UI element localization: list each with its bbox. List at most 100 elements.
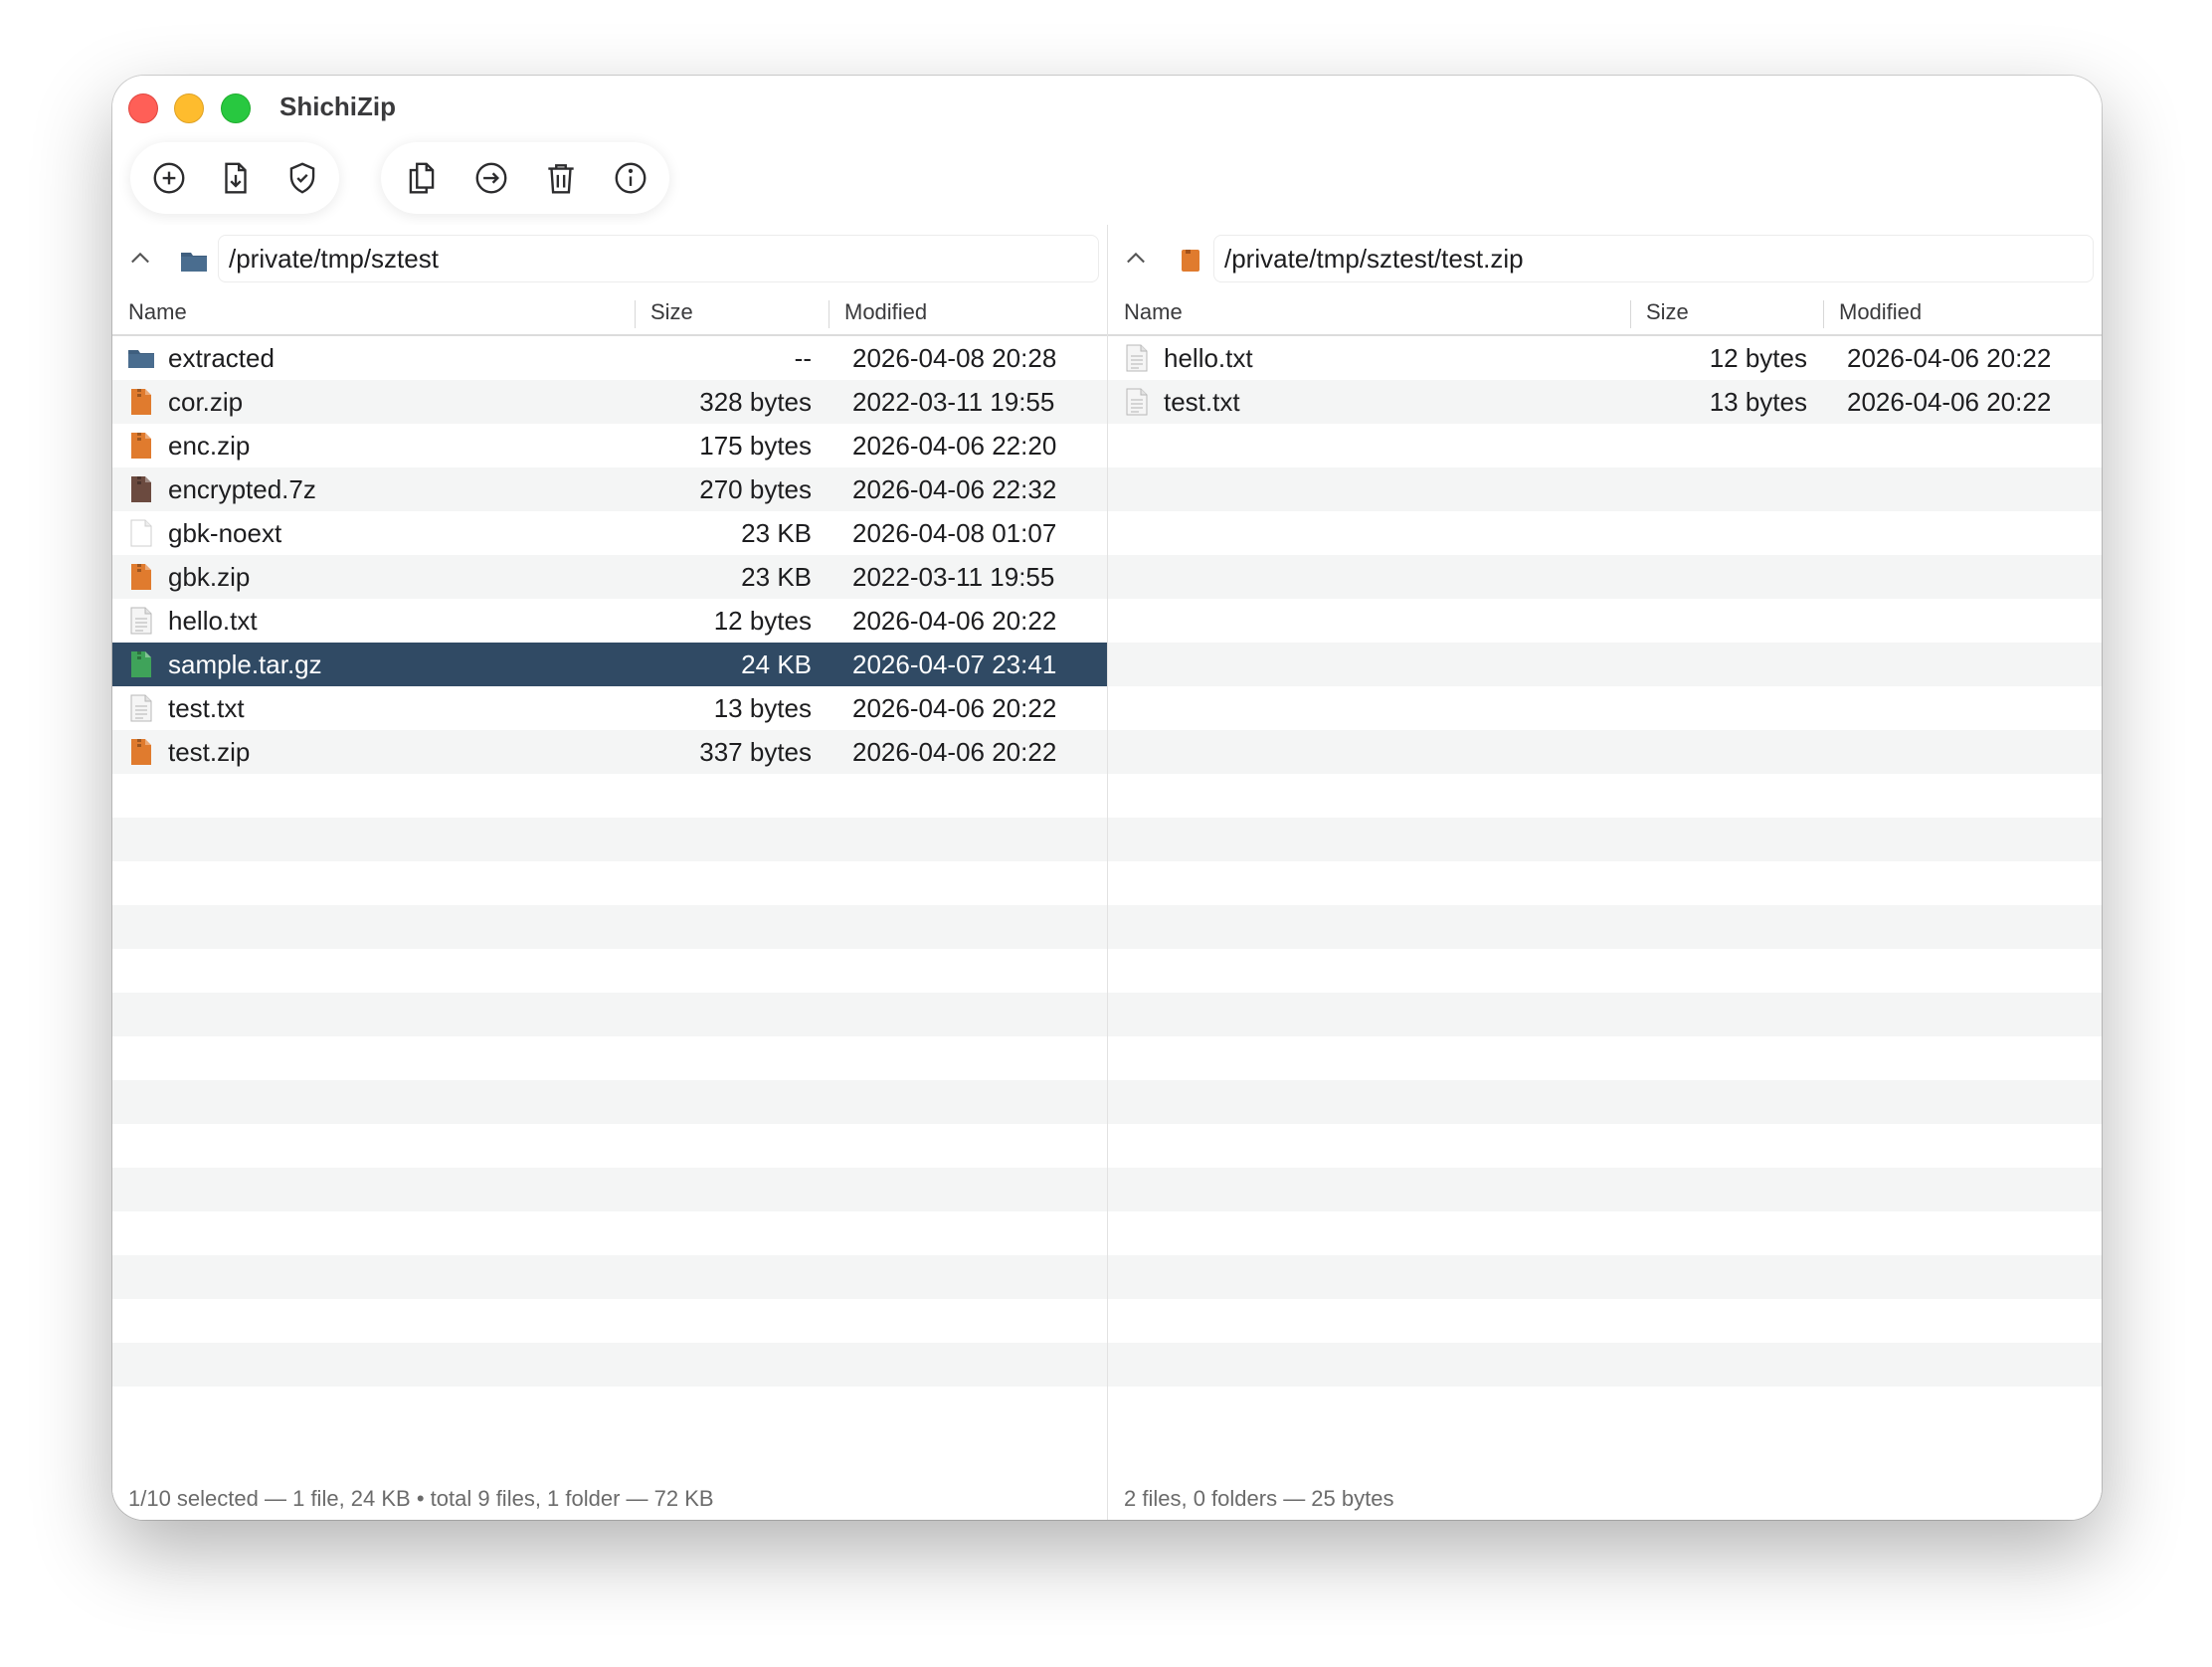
file-size: 13 bytes <box>713 693 812 723</box>
chevron-up-icon[interactable] <box>126 245 154 273</box>
file-row[interactable]: gbk-noext 23 KB 2026-04-08 01:07 <box>112 511 1107 555</box>
info-button[interactable] <box>600 147 661 209</box>
file-name: hello.txt <box>1164 343 1253 373</box>
column-name[interactable]: Name <box>112 292 635 334</box>
zip-archive-icon <box>1182 250 1199 272</box>
chevron-up-icon[interactable] <box>1122 245 1150 273</box>
copy-button[interactable] <box>391 147 453 209</box>
file-modified: 2026-04-06 20:22 <box>852 737 1057 767</box>
zoom-window-button[interactable] <box>221 93 251 123</box>
file-row[interactable]: sample.tar.gz 24 KB 2026-04-07 23:41 <box>112 643 1107 686</box>
app-window: ShichiZip /private/tmp/sztest Name Size … <box>112 76 2102 1520</box>
text-file-icon <box>128 607 154 635</box>
file-modified: 2026-04-06 20:22 <box>852 693 1057 723</box>
file-modified: 2026-04-06 20:22 <box>1847 387 2052 417</box>
empty-row <box>1108 1036 2102 1080</box>
file-modified: 2026-04-06 22:20 <box>852 431 1057 461</box>
file-modified: 2026-04-08 01:07 <box>852 518 1057 548</box>
empty-row <box>1108 1255 2102 1299</box>
text-file-icon <box>1124 344 1150 372</box>
file-modified: 2022-03-11 19:55 <box>852 562 1055 592</box>
column-size[interactable]: Size <box>1630 292 1823 334</box>
targz-archive-icon <box>128 650 154 678</box>
add-button[interactable] <box>140 147 199 209</box>
empty-row <box>112 1168 1107 1211</box>
empty-row <box>112 1124 1107 1168</box>
empty-row <box>1108 861 2102 905</box>
empty-row <box>1108 643 2102 686</box>
zip-archive-icon <box>128 563 154 591</box>
arrow-right-circle-icon <box>475 162 507 194</box>
column-modified[interactable]: Modified <box>829 292 1107 334</box>
file-size: 13 bytes <box>1709 387 1807 417</box>
file-size: 12 bytes <box>1709 343 1807 373</box>
file-modified: 2026-04-07 23:41 <box>852 649 1057 679</box>
right-path-bar: /private/tmp/sztest/test.zip <box>1108 225 2102 292</box>
file-name: test.zip <box>168 737 251 767</box>
empty-row <box>112 1299 1107 1343</box>
empty-row <box>1108 1168 2102 1211</box>
file-row[interactable]: hello.txt 12 bytes 2026-04-06 20:22 <box>112 599 1107 643</box>
empty-row <box>112 1343 1107 1387</box>
file-name: encrypted.7z <box>168 474 316 504</box>
minimize-window-button[interactable] <box>174 93 204 123</box>
file-modified: 2026-04-06 20:22 <box>1847 343 2052 373</box>
empty-row <box>1108 774 2102 818</box>
column-modified[interactable]: Modified <box>1823 292 2102 334</box>
empty-row <box>1108 555 2102 599</box>
file-row[interactable]: gbk.zip 23 KB 2022-03-11 19:55 <box>112 555 1107 599</box>
delete-button[interactable] <box>530 147 592 209</box>
file-row[interactable]: cor.zip 328 bytes 2022-03-11 19:55 <box>112 380 1107 424</box>
empty-row <box>1108 1299 2102 1343</box>
extract-document-icon <box>225 162 247 194</box>
empty-row <box>112 1255 1107 1299</box>
file-row[interactable]: test.txt 13 bytes 2026-04-06 20:22 <box>1108 380 2102 424</box>
move-button[interactable] <box>461 147 522 209</box>
file-row[interactable]: encrypted.7z 270 bytes 2026-04-06 22:32 <box>112 467 1107 511</box>
trash-icon <box>548 164 574 194</box>
file-row[interactable]: test.txt 13 bytes 2026-04-06 20:22 <box>112 686 1107 730</box>
file-size: 12 bytes <box>713 606 812 636</box>
blank-file-icon <box>128 519 154 547</box>
close-window-button[interactable] <box>128 93 158 123</box>
empty-row <box>1108 993 2102 1036</box>
empty-row <box>112 1211 1107 1255</box>
column-size[interactable]: Size <box>635 292 829 334</box>
left-status-bar: 1/10 selected — 1 file, 24 KB • total 9 … <box>112 1478 1107 1520</box>
titlebar: ShichiZip <box>112 76 2102 225</box>
empty-row <box>1108 818 2102 861</box>
file-modified: 2026-04-08 20:28 <box>852 343 1057 373</box>
text-file-icon <box>1124 388 1150 416</box>
empty-row <box>112 1080 1107 1124</box>
left-file-list: extracted -- 2026-04-08 20:28 cor.zip 328 by… <box>112 336 1107 1430</box>
right-path-field[interactable]: /private/tmp/sztest/test.zip <box>1213 235 2094 282</box>
test-button[interactable] <box>273 147 331 209</box>
extract-button[interactable] <box>207 147 266 209</box>
file-row[interactable]: hello.txt 12 bytes 2026-04-06 20:22 <box>1108 336 2102 380</box>
empty-row <box>1108 1080 2102 1124</box>
right-column-header: Name Size Modified <box>1108 292 2102 336</box>
file-modified: 2022-03-11 19:55 <box>852 387 1055 417</box>
file-row[interactable]: extracted -- 2026-04-08 20:28 <box>112 336 1107 380</box>
folder-icon <box>128 344 154 372</box>
empty-row <box>1108 686 2102 730</box>
file-row[interactable]: enc.zip 175 bytes 2026-04-06 22:20 <box>112 424 1107 467</box>
sevenz-archive-icon <box>128 475 154 503</box>
text-file-icon <box>128 694 154 722</box>
empty-row <box>1108 1211 2102 1255</box>
empty-row <box>1108 949 2102 993</box>
left-path-field[interactable]: /private/tmp/sztest <box>218 235 1099 282</box>
file-name: test.txt <box>168 693 245 723</box>
file-size: 337 bytes <box>699 737 812 767</box>
file-row[interactable]: test.zip 337 bytes 2026-04-06 20:22 <box>112 730 1107 774</box>
file-name: cor.zip <box>168 387 244 417</box>
file-name: extracted <box>168 343 275 373</box>
zip-archive-icon <box>128 738 154 766</box>
empty-row <box>1108 1387 2102 1430</box>
empty-row <box>112 818 1107 861</box>
empty-row <box>1108 424 2102 467</box>
shield-check-icon <box>289 162 314 194</box>
column-name[interactable]: Name <box>1108 292 1630 334</box>
file-name: enc.zip <box>168 431 251 461</box>
file-modified: 2026-04-06 22:32 <box>852 474 1057 504</box>
